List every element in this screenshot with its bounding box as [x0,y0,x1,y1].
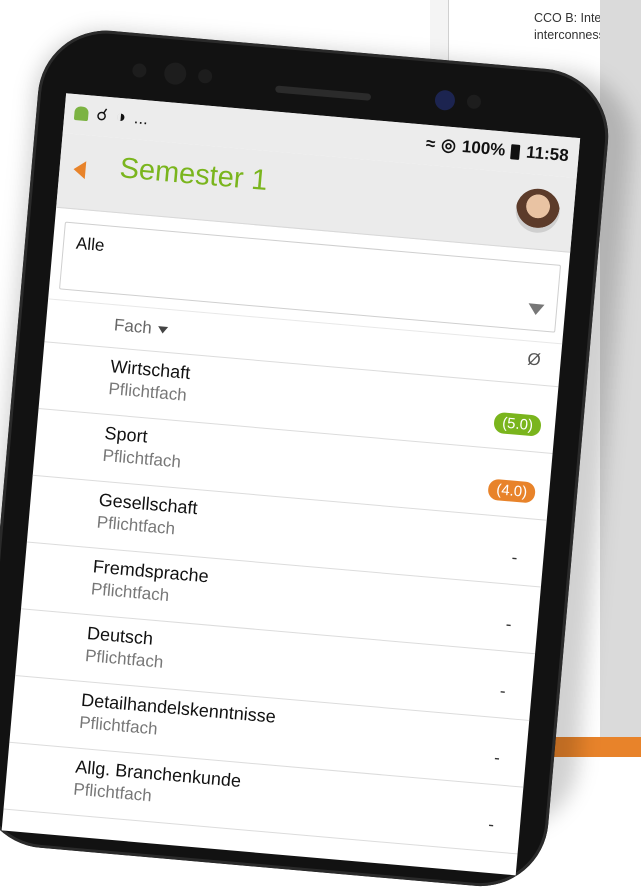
column-header-subject[interactable]: Fach [113,315,168,340]
back-arrow-icon[interactable] [72,160,87,180]
subject-type: Pflichtfach [84,646,165,672]
front-camera-icon [434,89,456,112]
page-title: Semester 1 [118,152,269,198]
dnd-icon: ◎ [440,135,457,156]
phone: ☌ ◑ ... ≈ ◎ 100% 11:58 Semester 1 Alle F… [0,25,614,892]
sensor-icon [197,68,213,84]
status-left: ☌ ◑ ... [73,103,149,129]
subject-type: Pflichtfach [107,379,188,405]
sensor-icon [131,62,147,79]
grade-empty: - [505,614,513,634]
phone-screen: ☌ ◑ ... ≈ ◎ 100% 11:58 Semester 1 Alle F… [1,93,581,876]
subject-name: Sport [103,422,149,447]
grade-empty: - [487,814,495,835]
subject-type: Pflichtfach [96,512,176,539]
grade-badge: (4.0) [487,478,536,504]
sensor-icon [466,94,482,110]
filter-value: Alle [75,233,106,256]
grades-table: Fach Ø Wirtschaft Pflichtfach (5.0) Spor… [3,298,563,855]
more-icon: ... [133,108,149,129]
subject-type: Pflichtfach [90,579,171,606]
link-icon: ☌ [95,104,109,125]
grade-empty: - [493,748,501,768]
subject-type: Pflichtfach [101,445,182,472]
grade-empty: - [510,547,519,568]
sensor-icon [163,61,188,86]
speaker-grille [275,85,372,101]
subject-type: Pflichtfach [72,779,153,806]
battery-percent: 100% [461,136,507,160]
status-right: ≈ ◎ 100% 11:58 [425,134,569,166]
sort-caret-icon [157,326,168,334]
avatar[interactable] [513,186,562,235]
grade-badge: (5.0) [493,411,542,437]
android-icon [73,106,90,122]
column-header-average: Ø [526,349,542,370]
clock: 11:58 [525,142,570,166]
subject-name: Deutsch [86,623,154,649]
app-icon: ◑ [114,106,127,127]
chevron-down-icon [527,303,545,316]
wifi-icon: ≈ [425,133,437,154]
battery-icon [510,143,521,160]
subject-type: Pflichtfach [78,712,159,739]
grade-empty: - [499,681,507,701]
